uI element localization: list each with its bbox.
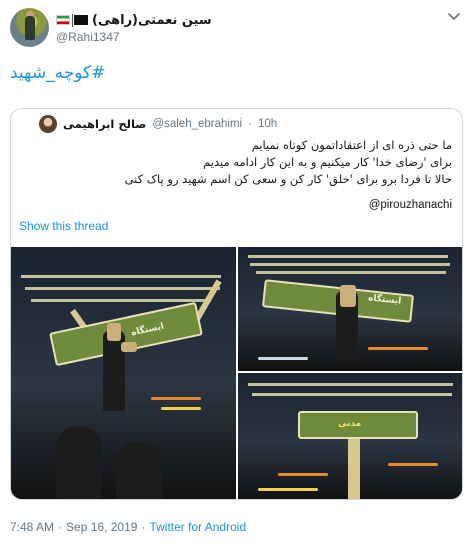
footer-separator: · (58, 520, 63, 534)
footer-separator: · (141, 520, 146, 534)
quoted-avatar (39, 115, 57, 133)
quoted-text: ما حتی ذره ای از اعتقاداتمون کوتاه نمیای… (52, 137, 452, 188)
tweet-footer: 7:48 AM · Sep 16, 2019 · Twitter for And… (10, 520, 246, 534)
author-name-row[interactable]: سین نعمتی(راهی) (56, 10, 212, 30)
photo-3[interactable]: مدنی (238, 373, 462, 499)
quoted-separator: · (248, 118, 252, 130)
quoted-tweet[interactable]: صالح ابراهیمی @saleh_ebrahimi · 10h ما ح… (10, 108, 463, 500)
iran-flag-icon (56, 15, 70, 25)
quoted-line: برای 'رضای خدا' کار میکنیم و به این کار … (203, 155, 452, 169)
quoted-mention[interactable]: @pirouzhanachi (369, 199, 452, 211)
quoted-line: حالا تا فردا برو برای 'خلق' کار کن و سعی… (124, 172, 452, 186)
photo-1[interactable]: ایستگاه (11, 247, 236, 499)
quoted-time: 10h (257, 118, 278, 130)
quoted-line: ما حتی ذره ای از اعتقاداتمون کوتاه نمیای… (251, 138, 452, 152)
sign-label: مدنی (338, 419, 362, 429)
tweet-card: سین نعمتی(راهی) @Rahi1347 #کوچه_شهید صال… (0, 0, 473, 547)
tweet-time[interactable]: 7:48 AM (10, 520, 54, 534)
hashtag-link[interactable]: #کوچه_شهید (10, 63, 105, 83)
quoted-handle: @saleh_ebrahimi (152, 118, 243, 130)
show-thread-link[interactable]: Show this thread (19, 219, 108, 233)
photo-2[interactable]: ایستگاه (238, 247, 462, 371)
black-flag-icon (72, 14, 88, 27)
chevron-down-icon[interactable] (447, 12, 461, 22)
quoted-header: صالح ابراهیمی @saleh_ebrahimi · 10h (39, 115, 277, 133)
quoted-display-name: صالح ابراهیمی (63, 117, 147, 131)
tweet-source-link[interactable]: Twitter for Android (149, 520, 246, 534)
author-display-name: سین نعمتی(راهی) (92, 12, 212, 28)
tweet-date[interactable]: Sep 16, 2019 (66, 520, 137, 534)
photo-grid: ایستگاه ایستگاه مدنی (11, 247, 462, 499)
author-avatar[interactable] (10, 8, 49, 47)
author-handle[interactable]: @Rahi1347 (56, 30, 120, 44)
